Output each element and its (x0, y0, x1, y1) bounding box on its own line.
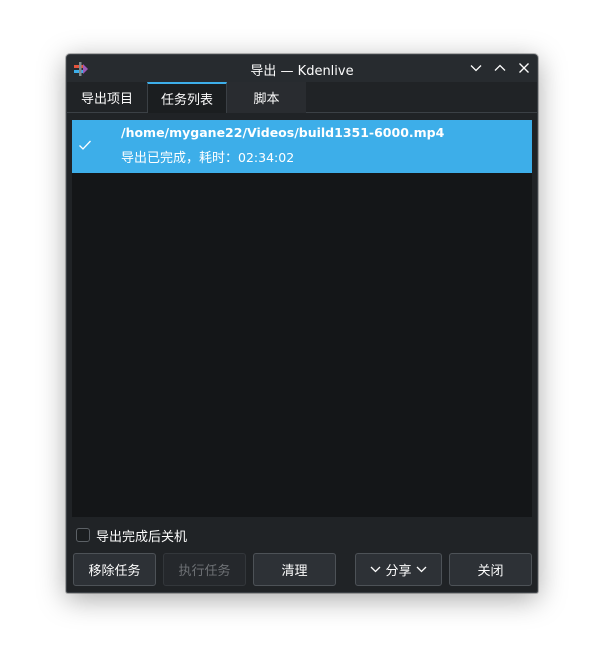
tab-job-queue[interactable]: 任务列表 (147, 82, 227, 113)
window-title-separator: — (276, 64, 298, 79)
maximize-button[interactable] (491, 59, 509, 77)
share-button[interactable]: 分享 (355, 553, 442, 586)
start-job-button[interactable]: 执行任务 (163, 553, 246, 586)
job-status: 导出已完成，耗时：02:34:02 (121, 147, 294, 166)
chevron-down-icon (416, 566, 426, 573)
shutdown-label: 导出完成后关机 (96, 529, 188, 545)
shutdown-checkbox[interactable] (76, 528, 90, 542)
close-icon (519, 63, 529, 73)
clean-up-button[interactable]: 清理 (253, 553, 336, 586)
job-list-item[interactable]: /home/mygane22/Videos/build1351-6000.mp4… (72, 120, 532, 173)
tab-render-project[interactable]: 导出项目 (67, 82, 147, 113)
remove-job-button[interactable]: 移除任务 (73, 553, 156, 586)
chevron-up-icon (494, 64, 506, 71)
job-status-text: 导出已完成，耗时： (121, 151, 239, 166)
share-label: 分享 (385, 564, 412, 579)
shutdown-after-render-option[interactable]: 导出完成后关机 (76, 526, 188, 545)
window-title-app: Kdenlive (297, 64, 354, 79)
tab-scripts[interactable]: 脚本 (227, 82, 306, 113)
close-window-button[interactable] (515, 59, 533, 77)
close-button[interactable]: 关闭 (449, 553, 532, 586)
title-bar[interactable]: 导出 — Kdenlive (67, 55, 537, 82)
job-list[interactable]: /home/mygane22/Videos/build1351-6000.mp4… (72, 120, 532, 517)
window-title-main: 导出 (250, 64, 277, 79)
job-duration: 02:34:02 (238, 150, 295, 165)
minimize-button[interactable] (467, 59, 485, 77)
checkmark-icon (79, 140, 91, 150)
job-file-path: /home/mygane22/Videos/build1351-6000.mp4 (121, 125, 445, 140)
chevron-down-icon (371, 566, 381, 573)
chevron-down-icon (470, 65, 482, 72)
tab-bar: 导出项目 任务列表 脚本 (67, 82, 537, 113)
export-dialog: 导出 — Kdenlive 导出项目 任务列表 脚本 /home/mygane2… (66, 54, 538, 593)
